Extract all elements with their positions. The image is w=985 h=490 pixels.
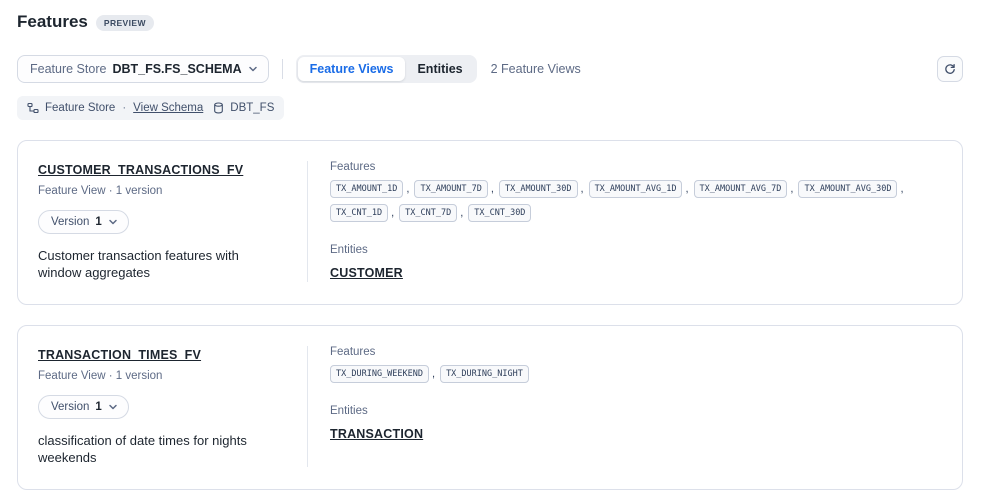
card-detail: Features TX_AMOUNT_1D,TX_AMOUNT_7D,TX_AM… xyxy=(308,161,942,282)
database-icon xyxy=(213,102,224,114)
version-value: 1 xyxy=(95,401,101,413)
page-title: Features xyxy=(17,12,88,32)
feature-view-card: CUSTOMER_TRANSACTIONS_FV Feature View · … xyxy=(17,140,963,305)
entities-section: Entities CUSTOMER xyxy=(330,244,942,282)
version-dropdown[interactable]: Version 1 xyxy=(38,210,129,234)
view-schema-link[interactable]: View Schema xyxy=(133,102,203,114)
feature-chip: TX_AMOUNT_30D xyxy=(499,180,578,198)
features-page: Features PREVIEW Feature Store DBT_FS.FS… xyxy=(0,0,985,490)
entity-link[interactable]: CUSTOMER xyxy=(330,266,403,280)
toolbar: Feature Store DBT_FS.FS_SCHEMA Feature V… xyxy=(17,55,963,83)
version-value: 1 xyxy=(95,216,101,228)
entities-section-label: Entities xyxy=(330,244,942,256)
feature-view-count: 2 Feature Views xyxy=(491,62,581,76)
features-section-label: Features xyxy=(330,346,942,358)
feature-view-card: TRANSACTION_TIMES_FV Feature View · 1 ve… xyxy=(17,325,963,490)
feature-store-dropdown[interactable]: Feature Store DBT_FS.FS_SCHEMA xyxy=(17,55,269,83)
toolbar-divider xyxy=(282,59,283,79)
chip-separator: , xyxy=(581,183,584,195)
features-section-label: Features xyxy=(330,161,942,173)
feature-chip: TX_AMOUNT_AVG_7D xyxy=(694,180,788,198)
entities-section: Entities TRANSACTION xyxy=(330,405,942,443)
breadcrumb-database: DBT_FS xyxy=(230,102,274,114)
card-detail: Features TX_DURING_WEEKEND, TX_DURING_NIG… xyxy=(308,346,942,467)
chip-separator: , xyxy=(432,368,435,380)
chip-separator: , xyxy=(790,183,793,195)
tab-entities[interactable]: Entities xyxy=(405,57,474,81)
breadcrumb: Feature Store · View Schema DBT_FS xyxy=(17,96,284,120)
feature-view-description: classification of date times for nights … xyxy=(38,433,273,467)
feature-chips: TX_AMOUNT_1D,TX_AMOUNT_7D,TX_AMOUNT_30D,… xyxy=(330,180,942,222)
feature-chip: TX_CNT_1D xyxy=(330,204,388,222)
refresh-icon xyxy=(944,63,956,75)
feature-chips: TX_DURING_WEEKEND, TX_DURING_NIGHT xyxy=(330,365,942,383)
entity-links: CUSTOMER xyxy=(330,264,942,282)
feature-chip: TX_DURING_WEEKEND xyxy=(330,365,429,383)
chevron-down-icon xyxy=(108,402,118,412)
preview-badge: PREVIEW xyxy=(96,15,154,31)
chip-separator: , xyxy=(900,183,903,195)
chip-separator: , xyxy=(460,207,463,219)
tab-feature-views[interactable]: Feature Views xyxy=(298,57,406,81)
chip-separator: , xyxy=(391,207,394,219)
version-label: Version xyxy=(51,216,89,228)
version-dropdown[interactable]: Version 1 xyxy=(38,395,129,419)
feature-view-list: CUSTOMER_TRANSACTIONS_FV Feature View · … xyxy=(17,140,963,490)
refresh-button[interactable] xyxy=(937,56,963,82)
feature-chip: TX_AMOUNT_1D xyxy=(330,180,403,198)
feature-chip: TX_AMOUNT_AVG_30D xyxy=(798,180,897,198)
schema-icon xyxy=(27,102,39,114)
card-summary: CUSTOMER_TRANSACTIONS_FV Feature View · … xyxy=(38,161,308,282)
view-toggle: Feature Views Entities xyxy=(296,55,477,83)
chevron-down-icon xyxy=(108,217,118,227)
card-summary: TRANSACTION_TIMES_FV Feature View · 1 ve… xyxy=(38,346,308,467)
feature-chip: TX_DURING_NIGHT xyxy=(440,365,529,383)
version-label: Version xyxy=(51,401,89,413)
feature-chip: TX_AMOUNT_AVG_1D xyxy=(589,180,683,198)
feature-view-description: Customer transaction features with windo… xyxy=(38,248,273,282)
chip-separator: , xyxy=(491,183,494,195)
feature-store-value: DBT_FS.FS_SCHEMA xyxy=(112,62,241,76)
chevron-down-icon xyxy=(248,64,258,74)
entities-section-label: Entities xyxy=(330,405,942,417)
feature-view-meta: Feature View · 1 version xyxy=(38,370,289,382)
chip-separator: , xyxy=(685,183,688,195)
entity-links: TRANSACTION xyxy=(330,425,942,443)
feature-chip: TX_AMOUNT_7D xyxy=(414,180,487,198)
feature-view-title-link[interactable]: TRANSACTION_TIMES_FV xyxy=(38,348,201,362)
feature-view-title-link[interactable]: CUSTOMER_TRANSACTIONS_FV xyxy=(38,163,243,177)
feature-chip: TX_CNT_7D xyxy=(399,204,457,222)
breadcrumb-separator: · xyxy=(122,102,126,114)
breadcrumb-root: Feature Store xyxy=(45,102,115,114)
entity-link[interactable]: TRANSACTION xyxy=(330,427,423,441)
feature-view-meta: Feature View · 1 version xyxy=(38,185,289,197)
page-header: Features PREVIEW xyxy=(17,12,985,32)
chip-separator: , xyxy=(406,183,409,195)
feature-chip: TX_CNT_30D xyxy=(468,204,531,222)
feature-store-label: Feature Store xyxy=(30,62,106,76)
